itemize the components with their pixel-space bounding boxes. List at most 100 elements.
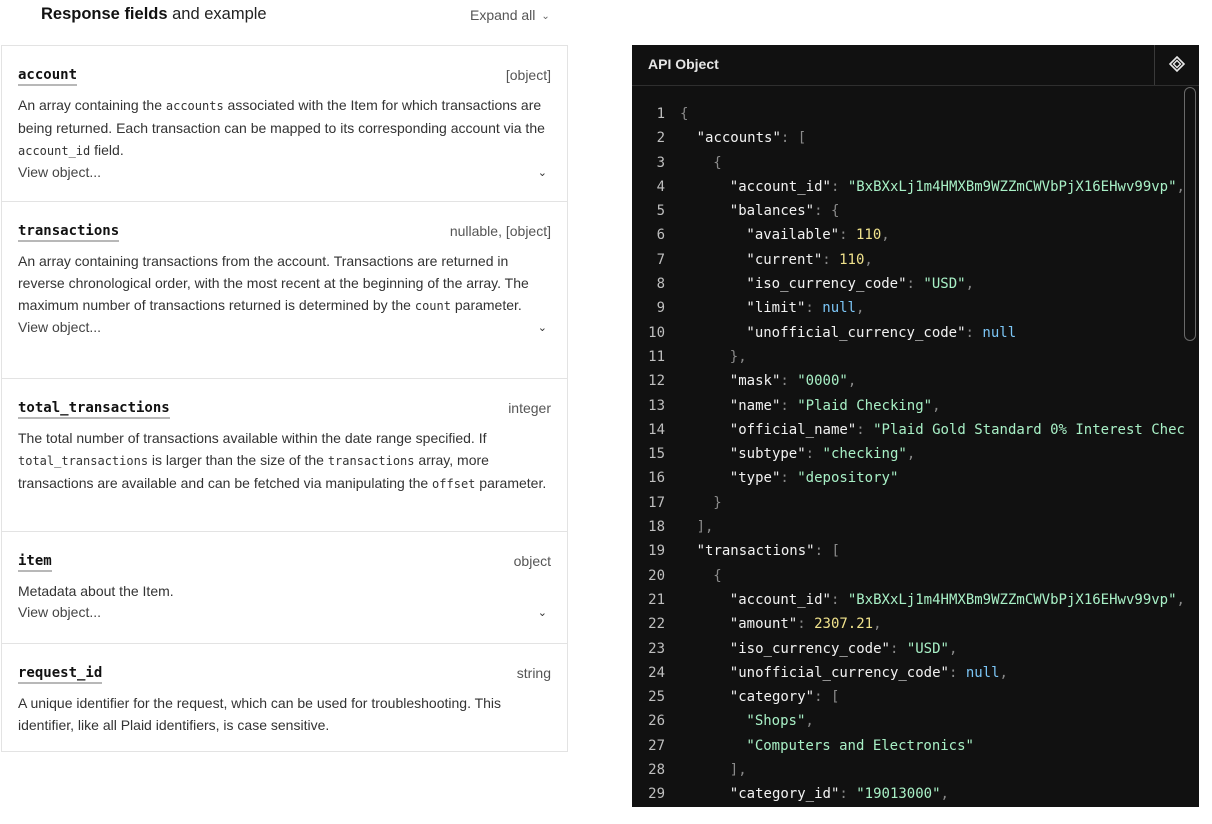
code-line: 11}, [632, 345, 1184, 369]
code-line: 26 "Shops", [632, 709, 1184, 733]
line-number: 5 [656, 203, 665, 220]
code-line: 17} [632, 491, 1184, 515]
code-text: "category": [ [730, 685, 840, 709]
code-token: { [680, 106, 689, 122]
chevron-down-icon: ⌄ [541, 10, 550, 22]
scrollbar[interactable] [1184, 87, 1196, 341]
code-token: "current" [746, 251, 823, 268]
field-description: The total number of transactions availab… [18, 430, 547, 491]
line-number: 25 [648, 689, 665, 706]
code-token: ], [729, 762, 747, 779]
view-object-button[interactable]: View object... ⌄ [18, 317, 551, 337]
code-token: , [864, 251, 873, 268]
code-line: 23 "iso_currency_code": "USD", [632, 637, 1184, 661]
line-number: 14 [648, 421, 665, 438]
code-line: 15 "subtype": "checking", [632, 442, 1184, 466]
code-line: 4 "account_id": "BxBXxLj1m4HMXBm9WZZmCWVb… [632, 175, 1185, 199]
code-text: "limit": null, [746, 296, 864, 320]
code-token: "name" [729, 397, 781, 414]
line-number: 27 [648, 737, 665, 754]
code-line: 1{ [632, 102, 1184, 126]
code-token: "transactions" [696, 543, 815, 560]
code-text: "current": 110, [746, 248, 872, 272]
inline-code: offset [432, 477, 476, 491]
code-token: "USD" [923, 276, 966, 293]
code-line: 25 "category": [ [632, 685, 1184, 709]
response-fields-list: account [object] An array containing the a… [1, 45, 568, 752]
code-token: "iso_currency_code" [746, 276, 907, 293]
code-line: 20 { [632, 564, 1184, 588]
inline-code: account_id [18, 144, 91, 158]
line-number: 28 [648, 762, 665, 779]
code-line: 28], [632, 758, 1184, 782]
expand-all-button[interactable]: Expand all ⌄ [470, 7, 550, 23]
line-number: 23 [648, 640, 665, 657]
code-token: } [713, 494, 722, 511]
line-number: 21 [648, 591, 665, 608]
code-text: "subtype": "checking", [730, 442, 915, 466]
code-token: , [805, 713, 814, 730]
field-description: An array containing transactions from th… [18, 253, 529, 313]
code-text: "name": "Plaid Checking", [730, 394, 941, 418]
response-fields-header: Response fields and example Expand all ⌄ [0, 0, 566, 34]
code-token: : [ [780, 130, 807, 147]
code-token: "BxBXxLj1m4HMXBm9WZZmCWVbPjX16EHwv99vp" [847, 591, 1177, 608]
code-token: : [822, 251, 840, 268]
code-line: 13 "name": "Plaid Checking", [632, 394, 1184, 418]
field-description: A unique identifier for the request, whi… [18, 695, 502, 733]
code-line: 22 "amount": 2307.21, [632, 612, 1184, 636]
code-token: : [965, 324, 983, 341]
line-number: 8 [656, 276, 665, 293]
code-token: "0000" [797, 373, 848, 390]
expand-collapse-button[interactable] [1154, 45, 1199, 85]
line-number: 26 [648, 713, 665, 730]
field-item: item object Metadata about the Item. View o… [2, 532, 567, 644]
code-token: "unofficial_currency_code" [729, 664, 949, 681]
field-type: [object] [505, 67, 551, 83]
view-object-button[interactable]: View object... ⌄ [18, 602, 551, 622]
line-number: 6 [656, 227, 665, 244]
section-title-bold: Response fields [41, 5, 168, 23]
api-object-title: API Object [648, 56, 719, 72]
code-token: "checking" [822, 446, 907, 463]
expand-all-label: Expand all [470, 7, 536, 23]
code-line: 21 "account_id": "BxBXxLj1m4HMXBm9WZZmCWV… [632, 588, 1185, 612]
view-object-label: View object... [18, 164, 102, 180]
code-line: 19 "transactions": [ [632, 539, 1184, 563]
inline-code: accounts [165, 99, 224, 113]
code-line: 24 "unofficial_currency_code": null, [632, 661, 1184, 685]
line-number: 15 [648, 446, 665, 463]
field-description: Metadata about the Item. [18, 583, 174, 599]
code-token: "Plaid Gold Standard 0% Interest Chec [873, 421, 1185, 438]
line-number: 19 [648, 543, 665, 560]
code-token: "limit" [746, 300, 806, 317]
code-token: , [999, 664, 1008, 681]
code-text: "mask": "0000", [730, 369, 856, 393]
field-name: total_transactions [18, 400, 170, 419]
code-token: "accounts" [696, 130, 781, 147]
field-name: item [18, 553, 52, 572]
code-token: : { [814, 203, 840, 220]
section-title-rest: and example [167, 5, 267, 23]
expand-collapse-icon [1168, 55, 1186, 73]
code-text: }, [730, 345, 747, 369]
code-token: : [805, 446, 823, 463]
code-token: "amount" [729, 616, 798, 633]
code-token: "USD" [906, 640, 949, 657]
code-token: "available" [746, 227, 840, 244]
field-type: object [513, 553, 551, 569]
code-token: , [940, 786, 949, 803]
line-number: 3 [656, 154, 665, 171]
field-name: transactions [18, 223, 120, 242]
code-token: : [830, 178, 848, 195]
code-text: "category_id": "19013000", [730, 782, 949, 806]
view-object-button[interactable]: View object... ⌄ [18, 162, 551, 182]
code-text: "balances": { [730, 199, 840, 223]
code-line: 10 "unofficial_currency_code": null [632, 321, 1184, 345]
code-text: ], [730, 758, 747, 782]
code-token: { [713, 567, 722, 584]
line-number: 7 [656, 251, 665, 268]
field-request-id: request_id string A unique identifier for … [2, 644, 567, 751]
view-object-label: View object... [18, 604, 102, 620]
code-token: : [839, 227, 856, 244]
